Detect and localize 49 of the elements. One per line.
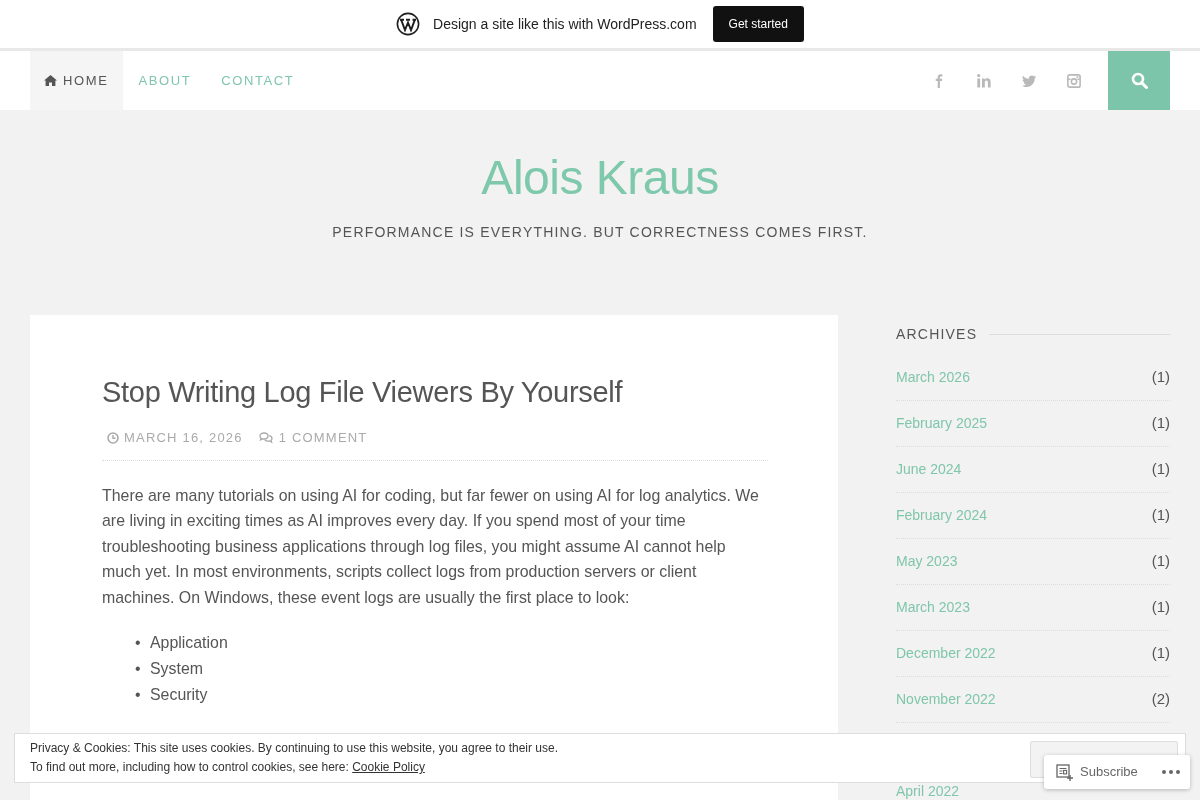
comment-count-link[interactable]: 1 COMMENT [278, 428, 368, 448]
linkedin-icon[interactable] [976, 73, 991, 88]
comments-icon [258, 431, 273, 444]
post-paragraph: There are many tutorials on using AI for coding, but far fewer on using AI for log analytics. We are living in exciting times as AI improves every day. If you spend most of your time troubleshooting business applications through log files, you might assume AI cannot help much yet. In most environments, scripts collect logs from production servers or client machines. On Windows, these event logs are usually the first place to look: [102, 485, 760, 608]
nav-link[interactable]: ABOUT [123, 51, 207, 110]
site-title[interactable]: Alois Kraus [0, 154, 1200, 202]
search-button[interactable] [1108, 51, 1170, 110]
archive-count: (1) [1151, 459, 1170, 480]
archive-count: (1) [1151, 367, 1170, 388]
instagram-icon[interactable] [1066, 73, 1081, 88]
archive-link[interactable]: December 2022 [896, 643, 996, 664]
archive-link[interactable]: February 2025 [896, 413, 988, 434]
archive-count: (1) [1151, 551, 1170, 572]
list-item: Security [150, 684, 208, 705]
logo-icon [396, 12, 421, 36]
list-bullet: • [135, 633, 142, 654]
home-icon [44, 75, 57, 86]
archive-count: (2) [1151, 689, 1170, 710]
archive-link[interactable]: February 2024 [896, 505, 988, 526]
list-bullet: • [135, 659, 142, 680]
archive-count: (1) [1151, 597, 1170, 618]
site-tagline: PERFORMANCE IS EVERYTHING. BUT CORRECTNESS COMES FIRST. [332, 223, 868, 242]
post-title[interactable]: Stop Writing Log File Viewers By Yourself [102, 376, 768, 408]
nav-link[interactable]: HOME [30, 51, 124, 110]
reader-plus-icon [1056, 763, 1073, 781]
cookie-policy-link[interactable]: Cookie Policy [352, 760, 425, 774]
list-bullet: • [135, 684, 142, 705]
cookie-notice-text: Privacy & Cookies: This site uses cookies. By continuing to use this website, you agree to their use. [30, 740, 560, 757]
list-item: Application [150, 633, 228, 654]
archive-link[interactable]: March 2023 [896, 597, 970, 618]
post-date[interactable]: MARCH 16, 2026 [124, 428, 243, 448]
list-item: System [150, 659, 203, 680]
more-icon[interactable] [1162, 770, 1180, 774]
archive-link[interactable]: March 2026 [896, 367, 970, 388]
clock-icon [107, 431, 119, 444]
archive-link[interactable]: April 2022 [896, 783, 960, 800]
subscribe-button[interactable]: Subscribe [1056, 762, 1138, 782]
get-started-button[interactable]: Get started [712, 6, 804, 42]
archive-link[interactable]: November 2022 [896, 689, 996, 710]
archives-heading: ARCHIVES [896, 325, 978, 344]
promo-text: Design a site like this with WordPress.com [433, 14, 697, 34]
archive-count: (1) [1151, 643, 1170, 664]
archive-link[interactable]: May 2023 [896, 551, 958, 572]
archive-count: (1) [1151, 505, 1170, 526]
archive-count: (1) [1151, 413, 1170, 434]
archive-link[interactable]: June 2024 [896, 459, 962, 480]
nav-link[interactable]: CONTACT [206, 51, 310, 110]
twitter-icon[interactable] [1021, 73, 1036, 88]
search-icon [1130, 72, 1148, 89]
